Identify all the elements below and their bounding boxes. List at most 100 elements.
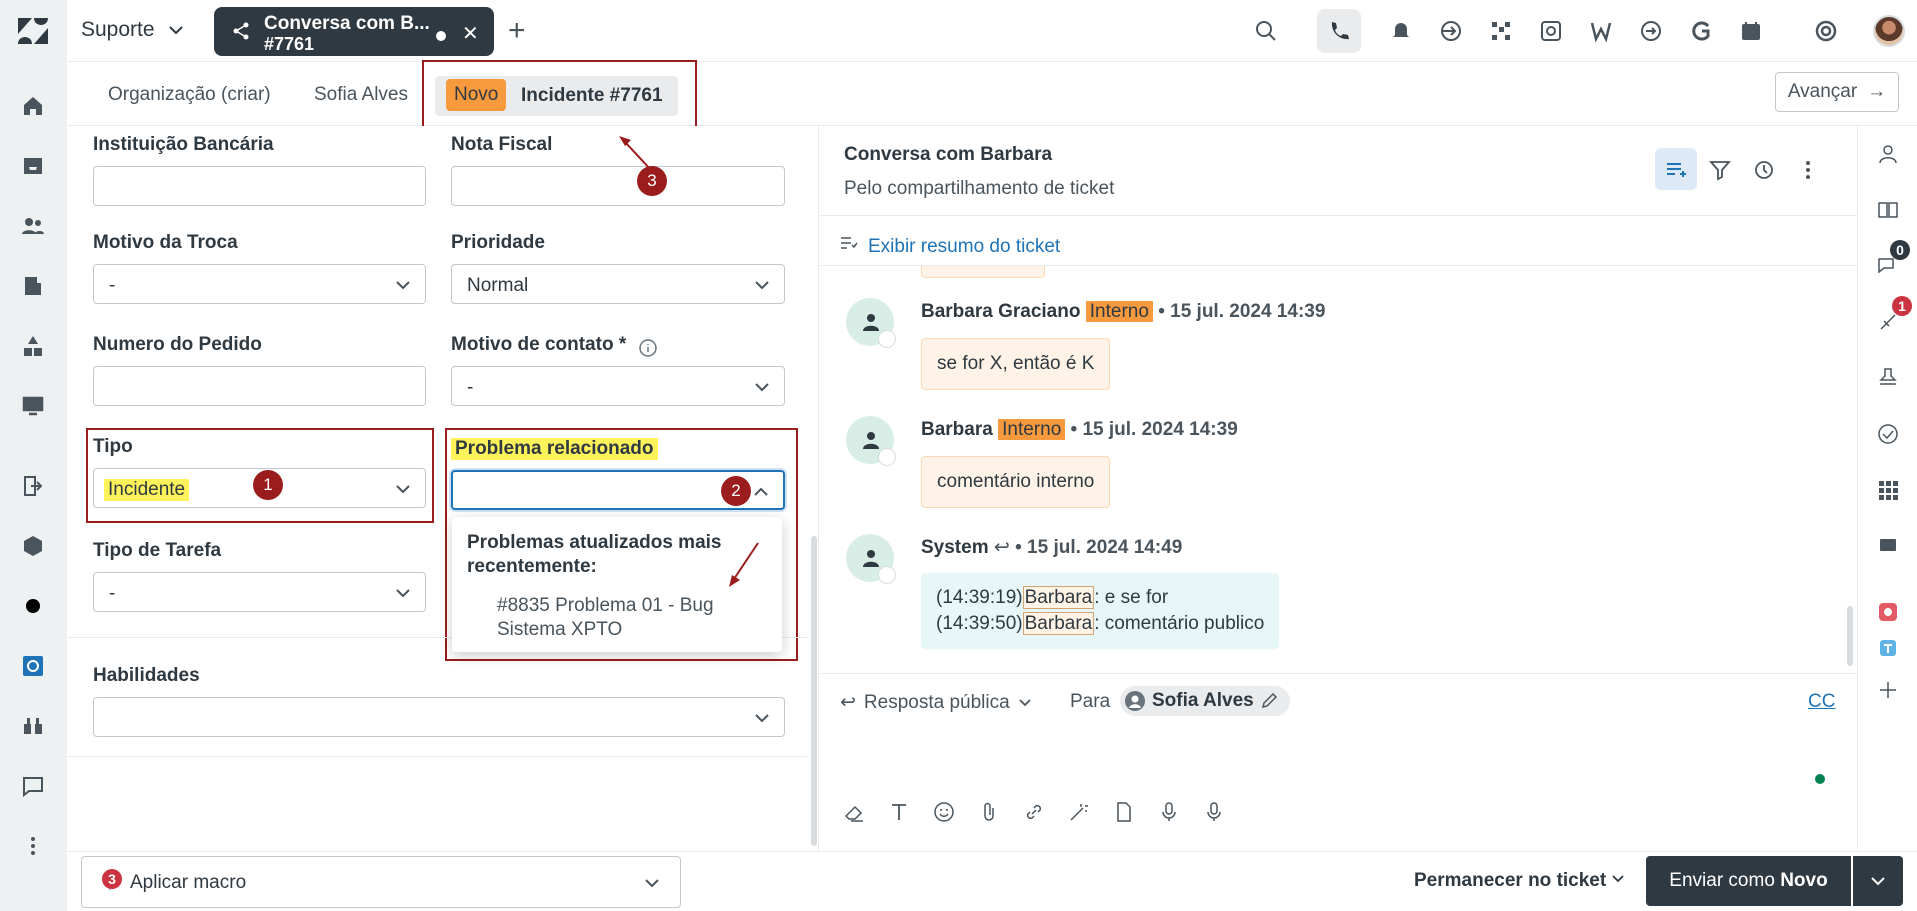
chat-icon[interactable]: [19, 772, 47, 800]
info-icon[interactable]: [638, 338, 658, 358]
motivo-contato-select[interactable]: -: [451, 366, 785, 406]
habilidades-label: Habilidades: [93, 665, 200, 686]
arrow-right-icon: →: [1867, 81, 1887, 102]
magic-wand-icon[interactable]: [1065, 798, 1093, 826]
motivo-troca-select[interactable]: -: [93, 264, 426, 304]
stamp-icon[interactable]: [1874, 364, 1902, 392]
conversation-tab[interactable]: Conversa com B... #7761 ✕: [214, 7, 494, 56]
customers-icon[interactable]: [19, 212, 47, 240]
organizations-icon[interactable]: [19, 272, 47, 300]
prioridade-select[interactable]: Normal: [451, 264, 785, 304]
apply-macro-label: Aplicar macro: [130, 872, 247, 893]
message-bubble: se for X, então é K: [921, 338, 1111, 390]
dropdown-option[interactable]: #8835 Problema 01 - Bug Sistema XPTO: [497, 594, 747, 642]
tab-title: Conversa com B...: [264, 13, 430, 34]
user-avatar[interactable]: [1873, 15, 1905, 47]
app-w-icon[interactable]: [1587, 17, 1615, 45]
user-profile-icon[interactable]: [1874, 140, 1902, 168]
chevron-down-icon: [1871, 877, 1885, 886]
reporting-icon[interactable]: [19, 332, 47, 360]
problem-dropdown: Problemas atualizados mais recentemente:…: [452, 517, 782, 652]
conversation-title: Conversa com Barbara: [844, 144, 1053, 165]
next-button-label: Avançar: [1787, 81, 1858, 102]
chevron-down-icon: [396, 281, 410, 290]
filter-icon[interactable]: [1700, 150, 1740, 190]
header-divider: [820, 215, 1857, 216]
macro-badge: 3: [102, 869, 122, 889]
more-options-icon[interactable]: [1788, 150, 1828, 190]
voice-icon[interactable]: [1200, 798, 1228, 826]
recipient-chip[interactable]: Sofia Alves: [1120, 686, 1290, 716]
add-tab-button[interactable]: +: [508, 14, 526, 48]
reply-icon: ↩: [993, 537, 1010, 558]
pencil-icon: [1261, 692, 1277, 709]
message-author: Barbara Interno • 15 jul. 2024 14:39: [921, 419, 1238, 440]
tab-organization[interactable]: Organização (criar): [108, 84, 271, 106]
submit-options-button[interactable]: [1853, 856, 1903, 906]
apps-grid-icon[interactable]: [1874, 476, 1902, 504]
instituicao-label: Instituição Bancária: [93, 134, 274, 155]
tipo-label: Tipo: [93, 436, 133, 457]
next-button[interactable]: Avançar →: [1775, 72, 1899, 112]
numero-pedido-input[interactable]: [93, 366, 426, 406]
home-icon[interactable]: [19, 92, 47, 120]
knowledge-icon[interactable]: [1874, 196, 1902, 224]
history-icon[interactable]: [1744, 150, 1784, 190]
more-vertical-icon[interactable]: [19, 832, 47, 860]
attachment-icon[interactable]: [975, 798, 1003, 826]
close-tab-icon[interactable]: ✕: [462, 21, 479, 46]
apply-macro-select[interactable]: 3 Aplicar macro: [81, 856, 681, 908]
annotation-number-1: 1: [253, 470, 283, 500]
app-transfer-icon[interactable]: [1437, 17, 1465, 45]
emoji-icon[interactable]: [930, 798, 958, 826]
habilidades-select[interactable]: [93, 697, 785, 737]
eraser-icon[interactable]: [840, 798, 868, 826]
exit-icon[interactable]: [19, 472, 47, 500]
microphone-icon[interactable]: [1155, 798, 1183, 826]
numero-pedido-label: Numero do Pedido: [93, 334, 262, 355]
stay-on-ticket-select[interactable]: Permanecer no ticket: [1414, 870, 1625, 892]
annotation-number-2: 2: [721, 476, 751, 506]
screen-app-icon[interactable]: [1874, 532, 1902, 560]
cube-icon[interactable]: [19, 532, 47, 560]
message-author: System ↩ • 15 jul. 2024 14:49: [921, 537, 1183, 558]
submit-button[interactable]: Enviar como Novo: [1646, 856, 1851, 906]
dot-icon[interactable]: [19, 592, 47, 620]
calendar-icon[interactable]: [1737, 17, 1765, 45]
app-grammarly-icon[interactable]: [1687, 17, 1715, 45]
form-scrollbar[interactable]: [811, 536, 817, 846]
document-icon[interactable]: [1110, 798, 1138, 826]
chevron-down-icon: [1612, 875, 1625, 883]
zendesk-logo-icon[interactable]: [18, 18, 48, 44]
bell-icon[interactable]: [1387, 17, 1415, 45]
admin-icon[interactable]: [19, 392, 47, 420]
status-dot: [1815, 774, 1825, 784]
annotation-arrow-2: [729, 542, 759, 587]
link-icon[interactable]: [1020, 798, 1048, 826]
translate-app-icon[interactable]: [1874, 634, 1902, 662]
inbox-icon[interactable]: [19, 152, 47, 180]
workspace-switcher[interactable]: Suporte: [81, 18, 185, 42]
summary-link[interactable]: Exibir resumo do ticket: [868, 236, 1060, 258]
dropdown-heading: Problemas atualizados mais recentemente:: [467, 532, 722, 577]
search-icon[interactable]: [1252, 17, 1280, 45]
cc-link[interactable]: CC: [1808, 691, 1835, 713]
reply-icon: ↩: [840, 692, 856, 713]
app-whatsapp-icon[interactable]: [1537, 17, 1565, 45]
tab-requester[interactable]: Sofia Alves: [314, 84, 408, 106]
whatsapp-app-icon[interactable]: [19, 652, 47, 680]
check-circle-icon[interactable]: [1874, 420, 1902, 448]
binoculars-icon[interactable]: [19, 712, 47, 740]
recording-app-icon[interactable]: [1874, 598, 1902, 626]
text-format-icon[interactable]: [885, 798, 913, 826]
internal-badge: Interno: [1085, 301, 1153, 322]
conversation-scrollbar[interactable]: [1847, 606, 1853, 666]
add-app-icon[interactable]: [1874, 676, 1902, 704]
app-grid-icon[interactable]: [1487, 17, 1515, 45]
help-icon[interactable]: [1812, 17, 1840, 45]
reply-mode-select[interactable]: ↩ Resposta pública: [840, 691, 1032, 714]
top-bar: Suporte Conversa com B... #7761 ✕ +: [67, 0, 1917, 62]
app-forward-icon[interactable]: [1637, 17, 1665, 45]
instituicao-input[interactable]: [93, 166, 426, 206]
tipo-tarefa-select[interactable]: -: [93, 572, 426, 612]
